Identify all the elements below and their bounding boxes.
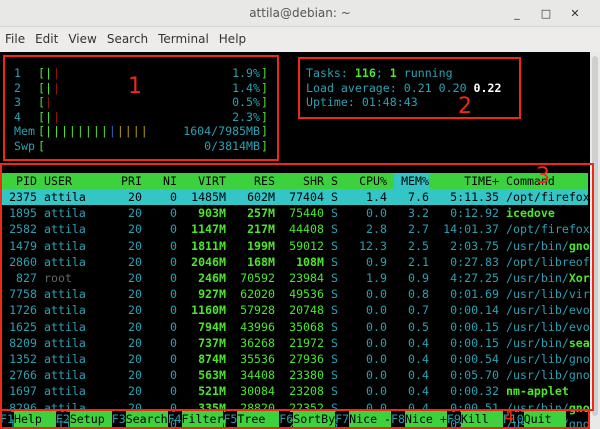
- menu-terminal[interactable]: Terminal: [153, 27, 214, 52]
- annotation-label-3: 3: [536, 164, 550, 189]
- title-bar: attila@debian: ~ _ □ ✕: [0, 0, 600, 27]
- maximize-button[interactable]: □: [537, 0, 555, 27]
- annotation-box-3: [0, 163, 594, 411]
- annotation-box-2: [298, 57, 521, 119]
- annotation-label-1: 1: [128, 74, 142, 99]
- close-button[interactable]: ✕: [566, 0, 584, 27]
- menu-edit[interactable]: Edit: [30, 27, 63, 52]
- minimize-button[interactable]: _: [508, 0, 526, 27]
- menu-help[interactable]: Help: [214, 27, 251, 52]
- annotation-box-1: [3, 55, 279, 161]
- annotation-box-4: [0, 409, 590, 429]
- window-title: attila@debian: ~: [249, 6, 351, 20]
- menu-file[interactable]: File: [0, 27, 30, 52]
- menu-bar: File Edit View Search Terminal Help: [0, 27, 600, 52]
- annotation-label-2: 2: [458, 94, 472, 119]
- menu-view[interactable]: View: [63, 27, 101, 52]
- annotation-label-4: 4: [504, 407, 515, 426]
- menu-search[interactable]: Search: [102, 27, 153, 52]
